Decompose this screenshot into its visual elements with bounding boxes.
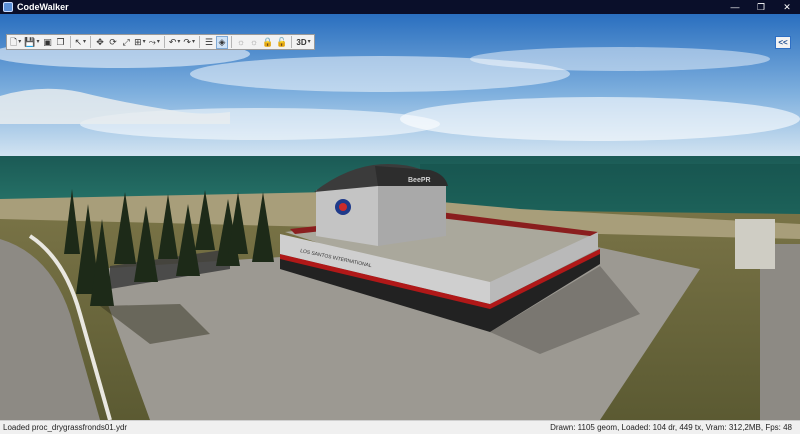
save-icon: 💾 — [24, 36, 36, 47]
wireframe-button[interactable]: ◈ — [215, 35, 228, 49]
move-button[interactable]: ✥ — [94, 36, 106, 49]
copy-icon: ❐ — [56, 36, 65, 47]
lock-button[interactable]: 🔒 — [261, 36, 274, 49]
chevron-down-icon: ▾ — [191, 38, 195, 45]
pier — [735, 219, 775, 269]
status-bar: Loaded proc_drygrassfronds01.ydr Drawn: … — [0, 420, 800, 434]
snap-icon: ⊞ — [134, 36, 142, 47]
chevron-down-icon: ▾ — [18, 38, 22, 45]
render-stats: Drawn: 1105 geom, Loaded: 104 dr, 449 tx… — [550, 423, 792, 432]
redo-button[interactable]: ↷ ▾ — [182, 36, 196, 49]
lights-a-button[interactable]: ☼ — [235, 36, 247, 49]
select-mode-button[interactable]: ↖ ▾ — [74, 36, 88, 49]
toolbar-separator — [291, 36, 293, 48]
toolbar-separator — [90, 36, 92, 48]
save-menu-button[interactable]: 💾 ▾ — [23, 36, 40, 49]
path-icon: ⤳ — [148, 36, 156, 47]
undo-button[interactable]: ↶ ▾ — [168, 36, 182, 49]
status-message: Loaded proc_drygrassfronds01.ydr — [3, 423, 128, 432]
toolbar-separator — [198, 36, 200, 48]
new-menu-button[interactable]: 🗋 ▾ — [9, 36, 22, 49]
toolbar-separator — [163, 36, 165, 48]
save-copy-button[interactable]: ❐ — [55, 36, 67, 49]
light-icon: ☼ — [236, 36, 246, 47]
scale-button[interactable]: ⤢ — [120, 36, 132, 49]
rotate-icon: ⟳ — [109, 36, 117, 47]
close-button[interactable]: ✕ — [774, 0, 800, 14]
chevron-down-icon: ▾ — [36, 38, 40, 45]
right-road — [760, 244, 800, 420]
3d-viewport[interactable]: BeePR LOS SANTOS INTERNATIONAL 🗋 ▾ 💾 ▾ ▣… — [0, 14, 800, 420]
rotate-button[interactable]: ⟳ — [107, 36, 119, 49]
new-file-icon: 🗋 — [10, 36, 18, 47]
pointer-icon: ↖ — [74, 36, 83, 47]
info-button[interactable]: ☰ — [203, 36, 215, 49]
title-bar[interactable]: CodeWalker — ❐ ✕ — [0, 0, 800, 14]
save-all-icon: ▣ — [43, 36, 52, 47]
maximize-button[interactable]: ❐ — [748, 0, 774, 14]
chevron-down-icon: ▾ — [142, 38, 146, 45]
building-sign: BeePR — [408, 177, 431, 184]
move-icon: ✥ — [96, 36, 104, 47]
badge-emblem-inner — [339, 203, 347, 211]
chevron-down-icon: ▾ — [177, 38, 181, 45]
hangar-left-wall — [316, 184, 378, 246]
chevron-down-icon: ▾ — [307, 38, 311, 45]
save-all-button[interactable]: ▣ — [42, 36, 54, 49]
window-title: CodeWalker — [17, 2, 69, 12]
collapse-panel-button[interactable]: << — [775, 36, 791, 49]
scene-render: BeePR LOS SANTOS INTERNATIONAL — [0, 14, 800, 420]
chevron-down-icon: ▾ — [83, 38, 87, 45]
light-icon: ☼ — [249, 36, 259, 47]
toolbar-separator — [230, 36, 232, 48]
lock-icon: 🔒 — [261, 36, 274, 47]
codewalker-window: CodeWalker — ❐ ✕ BeePR LOS SANTOS INTERN… — [0, 0, 800, 434]
cloud — [470, 47, 770, 71]
unlock-icon: 🔓 — [276, 36, 288, 47]
editor-toolbar: 🗋 ▾ 💾 ▾ ▣ ❐ ↖ ▾ ✥ ⟳ ⤢ ⊞ ▾ ⤳ ▾ ↶ ▾ ↷ ▾ ☰ ◈ ☼ ☼ 🔒 🔓 3D ▾ — [6, 34, 315, 50]
snap-menu-button[interactable]: ⊞ ▾ — [133, 36, 147, 49]
lights-b-button[interactable]: ☼ — [248, 36, 260, 49]
view-mode-label: 3D — [296, 37, 307, 47]
cloud — [400, 97, 800, 141]
app-icon — [3, 2, 13, 12]
unlock-button[interactable]: 🔓 — [275, 36, 288, 49]
view-mode-button[interactable]: 3D ▾ — [295, 36, 311, 49]
wireframe-icon: ◈ — [218, 36, 226, 47]
chevron-down-icon: ▾ — [156, 38, 160, 45]
minimize-button[interactable]: — — [722, 0, 748, 14]
path-menu-button[interactable]: ⤳ ▾ — [148, 36, 161, 49]
hangar-right-wall — [378, 184, 446, 246]
undo-icon: ↶ — [168, 36, 177, 47]
info-panel-icon: ☰ — [204, 36, 213, 47]
toolbar-separator — [69, 36, 71, 48]
scale-icon: ⤢ — [122, 36, 130, 47]
redo-icon: ↷ — [183, 36, 191, 47]
